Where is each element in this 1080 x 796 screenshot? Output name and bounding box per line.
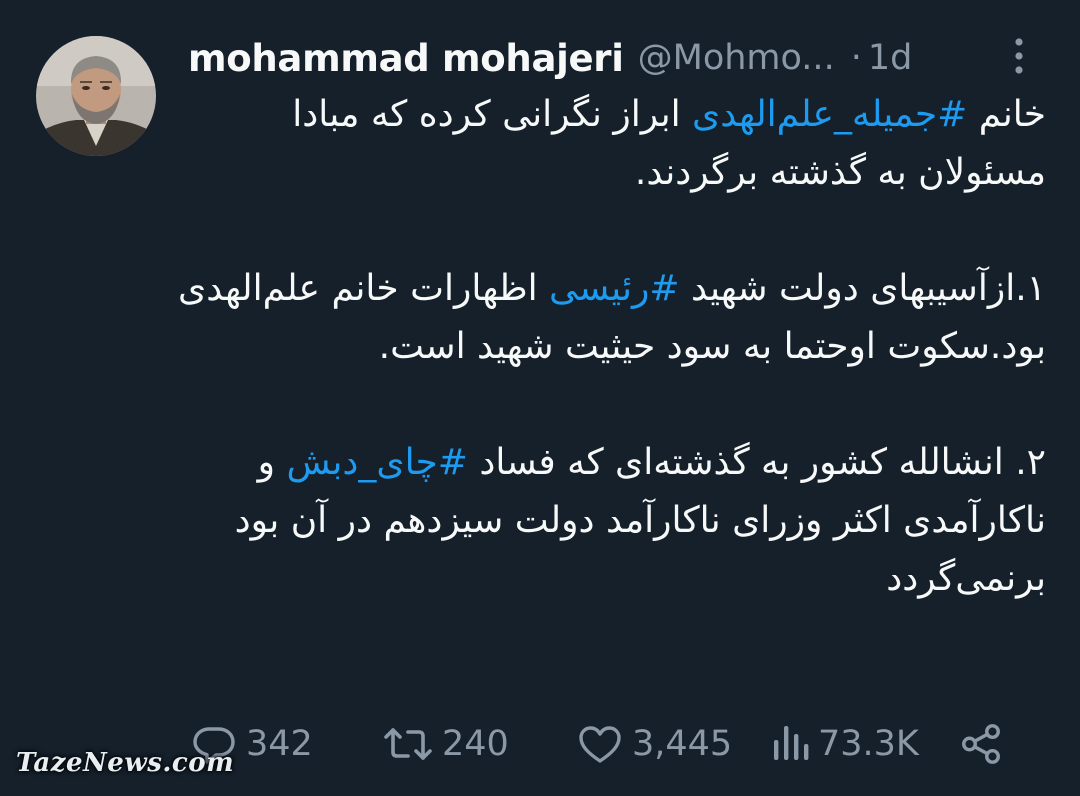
reply-count: 342 [246, 724, 313, 764]
retweet-count: 240 [442, 724, 509, 764]
tweet-header: mohammad mohajeri @Mohmo... · 1d [188, 28, 1048, 88]
like-button[interactable]: 3,445 [576, 712, 732, 776]
tweet-paragraph-1: خانم #جمیله_علم‌الهدی ابراز نگرانی کرده … [170, 86, 1046, 202]
tweet-timestamp[interactable]: 1d [868, 38, 913, 78]
retweet-button[interactable]: 240 [382, 712, 509, 776]
avatar-image [36, 36, 156, 156]
tweet-text-segment: ۲. انشالله کشور به گذشته‌ای که فساد [467, 442, 1046, 483]
views-count: 73.3K [818, 724, 919, 764]
more-options-button[interactable] [1004, 34, 1034, 78]
author-handle[interactable]: @Mohmo... [638, 38, 835, 78]
retweet-icon [384, 728, 432, 760]
tweet-paragraph-2: ۱.ازآسیبهای دولت شهید #رئیسی اظهارات خان… [170, 260, 1046, 376]
hashtag-link[interactable]: #چای_دبش [286, 442, 468, 483]
author-display-name[interactable]: mohammad mohajeri [188, 37, 624, 80]
tweet-action-bar: 342 240 3,445 73.3K [188, 712, 1028, 776]
views-button[interactable]: 73.3K [770, 712, 919, 776]
share-button[interactable] [958, 712, 1004, 776]
watermark: TazeNews.com [16, 748, 235, 778]
like-count: 3,445 [632, 724, 733, 764]
more-icon [1015, 38, 1023, 74]
tweet-paragraph-3: ۲. انشالله کشور به گذشته‌ای که فساد #چای… [170, 434, 1046, 608]
tweet-text: خانم #جمیله_علم‌الهدی ابراز نگرانی کرده … [170, 86, 1046, 608]
views-icon [774, 726, 809, 760]
hashtag-link[interactable]: #رئیسی [549, 268, 680, 309]
like-icon [579, 726, 621, 763]
tweet-text-segment: خانم [967, 94, 1046, 135]
share-icon [962, 724, 1000, 764]
separator-dot: · [850, 38, 862, 78]
avatar[interactable] [36, 36, 156, 156]
tweet-text-segment: ۱.ازآسیبهای دولت شهید [679, 268, 1046, 309]
hashtag-link[interactable]: #جمیله_علم‌الهدی [692, 94, 967, 135]
